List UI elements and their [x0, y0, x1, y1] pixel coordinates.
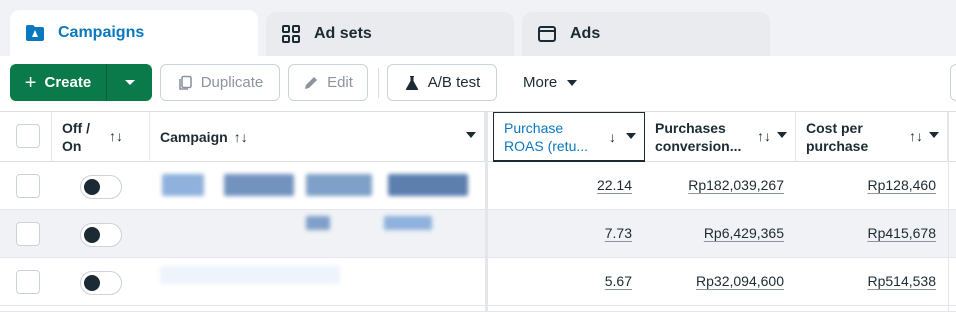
column-menu-caret-icon[interactable] [777, 132, 787, 138]
table-row[interactable]: 5.67 Rp32,094,600 Rp514,538 [0, 258, 956, 306]
row-checkbox[interactable] [16, 174, 40, 198]
column-header-off-on[interactable]: Off / On ↑↓ [52, 112, 150, 162]
column-menu-caret-icon[interactable] [929, 132, 939, 138]
column-label: Off / On [62, 120, 90, 154]
create-label: Create [44, 74, 92, 91]
column-label: Purchases conversion... [655, 120, 742, 154]
edit-label: Edit [327, 74, 353, 91]
tab-bar: Campaigns Ad sets Ads [0, 0, 956, 56]
purchases-value[interactable]: Rp32,094,600 [660, 273, 784, 289]
cost-per-purchase-value[interactable]: Rp128,460 [820, 177, 936, 193]
chevron-down-icon [124, 79, 135, 85]
folder-flag-icon [24, 22, 46, 44]
select-all-cell [0, 112, 52, 162]
column-header-purchases-conversion[interactable]: Purchases conversion... ↑↓ [645, 112, 796, 162]
column-header-purchase-roas[interactable]: Purchase ROAS (retu... ↓ [493, 112, 645, 162]
tab-label: Ads [570, 25, 601, 42]
tab-ad-sets[interactable]: Ad sets [266, 12, 514, 56]
redaction-block [306, 216, 330, 230]
table-row-partial [0, 306, 956, 312]
redaction-block [160, 266, 340, 284]
tab-ads[interactable]: Ads [522, 12, 770, 56]
cost-per-purchase-value[interactable]: Rp514,538 [820, 273, 936, 289]
table-header: Off / On ↑↓ Campaign ↑↓ Purchase ROAS (r… [0, 112, 956, 162]
row-checkbox[interactable] [16, 270, 40, 294]
toggle-knob [84, 275, 100, 291]
column-label: Cost per purchase [806, 120, 869, 154]
column-menu-caret-icon[interactable] [626, 133, 636, 139]
ab-test-button[interactable]: A/B test [387, 64, 497, 101]
purchase-roas-value[interactable]: 5.67 [560, 273, 632, 289]
sort-icon[interactable]: ↑↓ [909, 128, 923, 144]
purchases-value[interactable]: Rp6,429,365 [660, 225, 784, 241]
column-label: Purchase ROAS (retu... [504, 119, 589, 154]
sort-icon[interactable]: ↑↓ [109, 128, 123, 144]
more-button[interactable]: More [523, 64, 578, 101]
campaign-toggle[interactable] [80, 223, 122, 247]
sort-icon[interactable]: ↑↓ [234, 129, 248, 145]
window-icon [536, 23, 558, 45]
toolbar: + Create Duplicate Edit A/B test More [0, 56, 956, 112]
campaign-toggle[interactable] [80, 271, 122, 295]
tab-label: Campaigns [58, 24, 145, 41]
table-row[interactable]: 7.73 Rp6,429,365 Rp415,678 [0, 210, 956, 258]
purchase-roas-value[interactable]: 7.73 [560, 225, 632, 241]
flask-icon [404, 75, 420, 91]
column-label: Campaign [160, 129, 228, 145]
column-header-campaign[interactable]: Campaign ↑↓ [150, 112, 485, 162]
create-button[interactable]: + Create [10, 64, 107, 101]
toolbar-divider [378, 68, 379, 98]
campaigns-table: Off / On ↑↓ Campaign ↑↓ Purchase ROAS (r… [0, 112, 956, 312]
column-divider [948, 112, 949, 312]
tab-label: Ad sets [314, 25, 372, 42]
sort-icon[interactable]: ↑↓ [757, 128, 771, 144]
cost-per-purchase-value[interactable]: Rp415,678 [820, 225, 936, 241]
select-all-checkbox[interactable] [16, 124, 40, 148]
caret-down-icon [567, 79, 578, 86]
redaction-block [162, 174, 204, 196]
duplicate-label: Duplicate [200, 74, 264, 91]
plus-icon: + [24, 71, 37, 94]
redaction-block [306, 174, 372, 196]
table-row[interactable]: 22.14 Rp182,039,267 Rp128,460 [0, 162, 956, 210]
redaction-block [224, 174, 294, 196]
campaign-toggle[interactable] [80, 175, 122, 199]
redaction-block [388, 174, 468, 196]
create-button-group: + Create [10, 64, 152, 101]
duplicate-icon [177, 75, 193, 91]
redaction-block [384, 216, 432, 230]
duplicate-button[interactable]: Duplicate [160, 64, 280, 101]
edit-button[interactable]: Edit [288, 64, 368, 101]
toggle-knob [84, 227, 100, 243]
toolbar-overflow-button[interactable] [950, 64, 956, 101]
purchases-value[interactable]: Rp182,039,267 [660, 177, 784, 193]
column-header-cost-per-purchase[interactable]: Cost per purchase ↑↓ [796, 112, 948, 162]
more-label: More [523, 74, 558, 91]
create-dropdown-button[interactable] [107, 64, 152, 101]
purchase-roas-value[interactable]: 22.14 [560, 177, 632, 193]
row-checkbox[interactable] [16, 222, 40, 246]
grid-icon [280, 23, 302, 45]
ab-test-label: A/B test [427, 74, 481, 91]
toggle-knob [84, 179, 100, 195]
column-freeze-divider[interactable] [485, 112, 488, 312]
pencil-icon [303, 75, 319, 91]
tab-campaigns[interactable]: Campaigns [10, 10, 258, 56]
sort-descending-icon[interactable]: ↓ [609, 129, 616, 145]
column-menu-caret-icon[interactable] [466, 132, 476, 138]
